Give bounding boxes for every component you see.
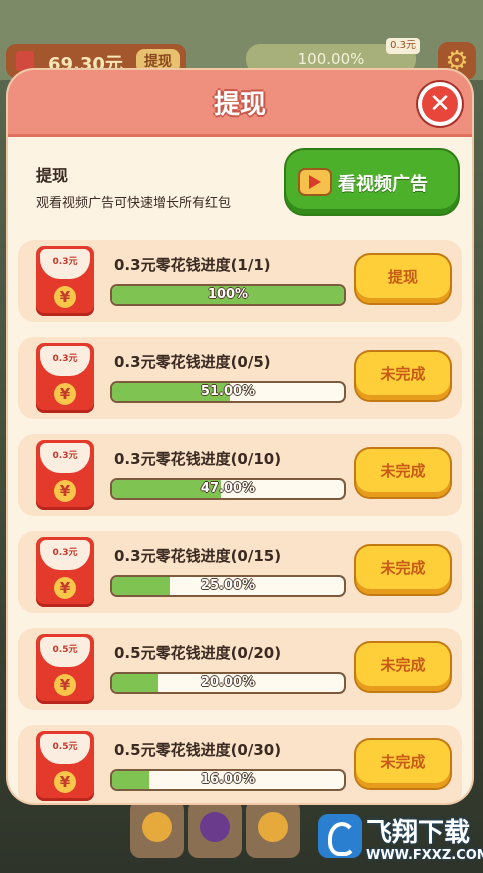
task-progress-bar: 20.00% xyxy=(112,674,344,692)
incomplete-button[interactable]: 未完成 xyxy=(356,546,450,594)
close-button[interactable]: ✕ xyxy=(418,82,462,126)
tile-row xyxy=(120,800,350,860)
watermark: 飞翔下载 WWW.FXXZ.COM xyxy=(318,810,483,870)
task-row: 0.5元 ¥ 0.5元零花钱进度(0/20) 20.00% 未完成 xyxy=(18,628,462,710)
task-progress-bar: 25.00% xyxy=(112,577,344,595)
cash-icon xyxy=(16,51,34,71)
task-title: 0.5元零花钱进度(0/30) xyxy=(114,741,282,759)
watermark-text: 飞翔下载 xyxy=(366,818,471,848)
yuan-coin-icon: ¥ xyxy=(54,480,76,502)
tile[interactable] xyxy=(130,800,184,858)
red-envelope-icon: 0.3元 ¥ xyxy=(36,343,94,413)
task-progress-text: 51.00% xyxy=(200,384,256,399)
task-row: 0.3元 ¥ 0.3元零花钱进度(1/1) 100% 提现 xyxy=(18,240,462,322)
background-progress-value: 100.00% xyxy=(297,50,365,68)
watermark-url: WWW.FXXZ.COM xyxy=(366,848,483,863)
task-row: 0.3元 ¥ 0.3元零花钱进度(0/15) 25.00% 未完成 xyxy=(18,531,462,613)
task-row: 0.3元 ¥ 0.3元零花钱进度(0/10) 47.00% 未完成 xyxy=(18,434,462,516)
task-progress-text: 25.00% xyxy=(200,578,256,593)
modal-title: 提现 xyxy=(213,90,266,120)
task-progress-bar: 47.00% xyxy=(112,480,344,498)
red-envelope-icon: 0.3元 ¥ xyxy=(36,246,94,316)
yuan-coin-icon: ¥ xyxy=(54,383,76,405)
tv-play-icon xyxy=(300,170,330,194)
envelope-amount: 0.3元 xyxy=(52,451,78,461)
close-icon: ✕ xyxy=(422,86,458,122)
watch-ad-label: 看视频广告 xyxy=(338,174,428,195)
envelope-amount: 0.3元 xyxy=(52,354,78,364)
task-progress-text: 47.00% xyxy=(200,481,256,496)
task-progress-text: 16.00% xyxy=(200,772,256,787)
task-title: 0.3元零花钱进度(0/5) xyxy=(114,353,271,371)
incomplete-button[interactable]: 未完成 xyxy=(356,740,450,788)
yuan-coin-icon: ¥ xyxy=(54,286,76,308)
red-envelope-icon: 0.3元 ¥ xyxy=(36,440,94,510)
yuan-coin-icon: ¥ xyxy=(54,771,76,793)
incomplete-button[interactable]: 未完成 xyxy=(356,643,450,691)
withdraw-button[interactable]: 提现 xyxy=(356,255,450,303)
tile[interactable] xyxy=(246,800,300,858)
watermark-logo-icon xyxy=(318,814,362,858)
task-progress-bar: 51.00% xyxy=(112,383,344,401)
envelope-amount: 0.5元 xyxy=(52,645,78,655)
task-row: 0.5元 ¥ 0.5元零花钱进度(0/30) 16.00% 未完成 xyxy=(18,725,462,803)
yuan-coin-icon: ¥ xyxy=(54,577,76,599)
yuan-coin-icon: ¥ xyxy=(54,674,76,696)
envelope-amount: 0.5元 xyxy=(52,742,78,752)
info-subtitle: 观看视频广告可快速增长所有红包 xyxy=(36,196,232,211)
watch-ad-button[interactable]: 看视频广告 xyxy=(286,150,458,214)
task-progress-bar: 100% xyxy=(112,286,344,304)
info-title: 提现 xyxy=(36,166,69,185)
task-progress-text: 20.00% xyxy=(200,675,256,690)
task-title: 0.5元零花钱进度(0/20) xyxy=(114,644,282,662)
modal-header: 提现 ✕ xyxy=(8,70,472,137)
task-row: 0.3元 ¥ 0.3元零花钱进度(0/5) 51.00% 未完成 xyxy=(18,337,462,419)
red-envelope-icon: 0.5元 ¥ xyxy=(36,731,94,801)
task-title: 0.3元零花钱进度(0/15) xyxy=(114,547,282,565)
task-title: 0.3元零花钱进度(1/1) xyxy=(114,256,271,274)
withdraw-modal: 提现 ✕ 提现 观看视频广告可快速增长所有红包 看视频广告 0.3元 ¥ 0.3… xyxy=(8,70,472,803)
task-progress-bar: 16.00% xyxy=(112,771,344,789)
envelope-amount: 0.3元 xyxy=(52,257,78,267)
task-list[interactable]: 0.3元 ¥ 0.3元零花钱进度(1/1) 100% 提现 0.3元 ¥ 0.3… xyxy=(8,240,472,803)
red-envelope-icon: 0.3元 ¥ xyxy=(36,537,94,607)
incomplete-button[interactable]: 未完成 xyxy=(356,449,450,497)
task-progress-text: 100% xyxy=(207,287,249,302)
red-envelope-icon: 0.5元 ¥ xyxy=(36,634,94,704)
background-progress-tag: 0.3元 xyxy=(386,38,420,54)
task-title: 0.3元零花钱进度(0/10) xyxy=(114,450,282,468)
envelope-amount: 0.3元 xyxy=(52,548,78,558)
incomplete-button[interactable]: 未完成 xyxy=(356,352,450,400)
tile[interactable] xyxy=(188,800,242,858)
